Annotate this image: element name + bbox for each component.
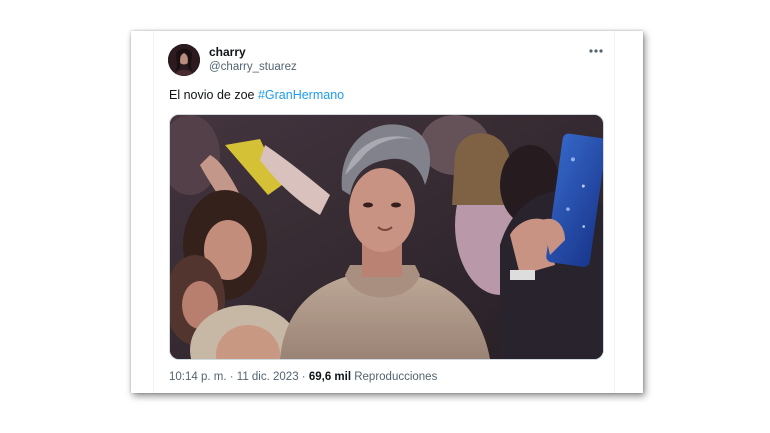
separator-dot: · — [226, 371, 237, 383]
tweet-text: El novio de zoe #GranHermano — [169, 88, 344, 102]
tweet-text-body: El novio de zoe — [169, 88, 258, 102]
separator-dot: · — [298, 371, 309, 383]
more-options-button[interactable] — [587, 44, 605, 58]
tweet-media-photo[interactable] — [169, 114, 604, 360]
screenshot-canvas: charry @charry_stuarez El novio de zoe #… — [0, 0, 770, 433]
more-horizontal-icon — [589, 49, 603, 53]
tweet-article[interactable]: charry @charry_stuarez El novio de zoe #… — [153, 31, 615, 393]
tweet-metadata: 10:14 p. m. · 11 dic. 2023 · 69,6 mil Re… — [169, 371, 437, 383]
display-name[interactable]: charry — [209, 45, 246, 59]
views-count: 69,6 mil — [308, 371, 352, 383]
avatar-image — [168, 44, 200, 76]
tweet-date[interactable]: 11 dic. 2023 — [237, 371, 299, 383]
hashtag-link[interactable]: #GranHermano — [258, 88, 344, 102]
avatar[interactable] — [168, 44, 200, 76]
tweet-time[interactable]: 10:14 p. m. — [169, 371, 227, 383]
views-label: Reproducciones — [351, 371, 438, 383]
user-handle[interactable]: @charry_stuarez — [209, 61, 297, 73]
photo-crowd-scene — [170, 115, 603, 359]
tweet-card: charry @charry_stuarez El novio de zoe #… — [131, 31, 643, 393]
